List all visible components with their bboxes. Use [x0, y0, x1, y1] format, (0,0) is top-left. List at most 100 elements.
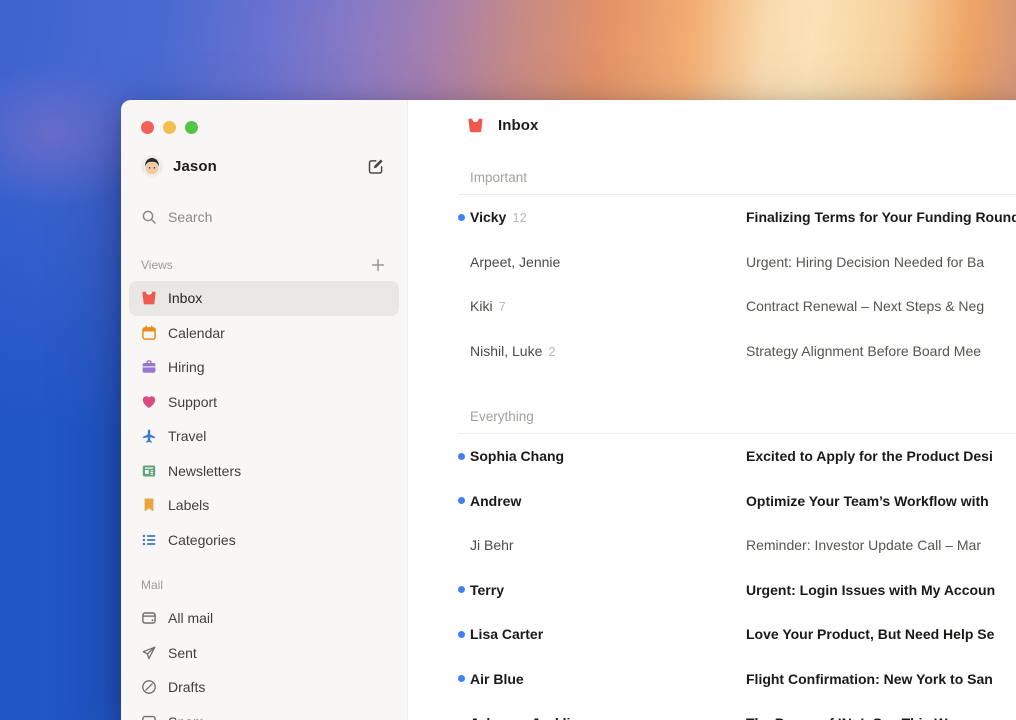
unread-dot	[458, 213, 465, 221]
unread-dot	[458, 497, 465, 505]
sender-cell: Ji Behr	[470, 537, 746, 553]
email-row[interactable]: Sophia Chang Excited to Apply for the Pro…	[408, 434, 1016, 479]
email-subject: The Power of ’No’: Say This W	[746, 715, 1016, 720]
section-label: Mail	[141, 578, 164, 592]
sidebar-item-label: Inbox	[168, 290, 203, 307]
sidebar: Jason Search Views Inbox Calendar Hiring…	[121, 100, 408, 720]
sidebar-item-labels[interactable]: Labels	[129, 488, 399, 523]
sidebar-item-hiring[interactable]: Hiring	[129, 350, 399, 385]
sidebar-item-inbox[interactable]: Inbox	[129, 281, 399, 316]
sender-name: Sophia Chang	[470, 448, 565, 465]
sender-name: Air Blue	[470, 670, 524, 687]
plus-icon	[370, 257, 386, 273]
drafts-icon	[141, 679, 157, 695]
section-header-views: Views	[141, 249, 387, 281]
unread-dot	[458, 303, 465, 310]
inbox-icon	[467, 117, 484, 134]
email-row[interactable]: Kiki 7 Contract Renewal – Next Steps & Neg	[408, 284, 1016, 329]
sender-cell: Vicky 12	[470, 209, 746, 225]
sidebar-item-drafts[interactable]: Drafts	[129, 670, 399, 705]
avatar[interactable]	[141, 155, 163, 177]
mail-list-pane: Inbox Important Vicky 12 Finalizing Terms f…	[408, 100, 1016, 720]
sidebar-item-categories[interactable]: Categories	[129, 523, 399, 558]
sidebar-item-label: Travel	[168, 428, 207, 445]
email-subject: Flight Confirmation: New York to San	[746, 670, 993, 687]
sidebar-item-support[interactable]: Support	[129, 385, 399, 420]
email-row[interactable]: Air Blue Flight Confirmation: New York to…	[408, 657, 1016, 702]
sender-cell: Terry	[470, 582, 746, 598]
sidebar-item-label: Drafts	[168, 679, 206, 696]
add-view-button[interactable]	[369, 256, 387, 274]
account-name[interactable]: Jason	[173, 158, 217, 175]
page-title: Inbox	[498, 116, 539, 134]
sidebar-item-sent[interactable]: Sent	[129, 636, 399, 671]
email-subject: Optimize Your Team’s Workflow with	[746, 492, 989, 509]
email-row[interactable]: Andrew Optimize Your Team’s Workflow with	[408, 479, 1016, 524]
sender-cell: Lisa Carter	[470, 626, 746, 642]
thread-count: 2	[548, 343, 556, 359]
sidebar-item-all-mail[interactable]: All mail	[129, 601, 399, 636]
list-icon	[141, 532, 157, 548]
thread-count: 7	[498, 299, 506, 315]
sender-cell: Andrew	[470, 493, 746, 509]
close-window-button[interactable]	[141, 120, 154, 134]
account-row: Jason	[141, 151, 387, 181]
sidebar-item-newsletters[interactable]: Newsletters	[129, 454, 399, 489]
sender-name: Nishil, Luke	[470, 342, 543, 359]
unread-dot	[458, 347, 465, 354]
section-label: Views	[141, 258, 173, 272]
group-label: Important	[470, 169, 528, 185]
sender-cell: Air Blue	[470, 671, 746, 687]
unread-dot	[458, 675, 465, 683]
compose-button[interactable]	[365, 155, 387, 177]
sidebar-item-label: All mail	[168, 610, 214, 627]
mail-app-window: Jason Search Views Inbox Calendar Hiring…	[121, 100, 1016, 720]
spam-icon	[141, 714, 157, 720]
email-row[interactable]: Johanna Jacklin The Power of ’No’: Say Th…	[408, 701, 1016, 720]
group-label: Everything	[470, 408, 534, 424]
sidebar-item-spam[interactable]: Spam	[129, 705, 399, 720]
heart-icon	[141, 394, 157, 410]
email-row[interactable]: Vicky 12 Finalizing Terms for Your Funding…	[408, 195, 1016, 240]
allmail-icon	[141, 610, 157, 626]
zoom-window-button[interactable]	[185, 120, 198, 134]
sidebar-item-calendar[interactable]: Calendar	[129, 316, 399, 351]
email-subject: Strategy Alignment Before Board Mee	[746, 342, 982, 359]
unread-dot	[458, 630, 465, 638]
email-subject: Excited to Apply for the Product Desi	[746, 448, 993, 465]
search-label: Search	[168, 209, 213, 225]
email-row[interactable]: Terry Urgent: Login Issues with My Accoun	[408, 568, 1016, 613]
desktop-wallpaper: Jason Search Views Inbox Calendar Hiring…	[0, 0, 1016, 720]
unread-dot	[458, 258, 465, 265]
compose-icon	[367, 157, 385, 175]
email-row[interactable]: Ji Behr Reminder: Investor Update Call – …	[408, 523, 1016, 568]
email-row[interactable]: Nishil, Luke 2 Strategy Alignment Before B…	[408, 329, 1016, 374]
sidebar-item-label: Labels	[168, 497, 210, 514]
thread-count: 12	[512, 210, 527, 226]
sidebar-item-travel[interactable]: Travel	[129, 419, 399, 454]
view-header: Inbox	[408, 100, 1016, 150]
sender-name: Ji Behr	[470, 537, 514, 554]
calendar-icon	[141, 325, 157, 341]
inbox-icon	[141, 290, 157, 306]
sender-name: Lisa Carter	[470, 626, 544, 643]
email-row[interactable]: Arpeet, Jennie Urgent: Hiring Decision Ne…	[408, 240, 1016, 285]
email-subject: Contract Renewal – Next Steps & Neg	[746, 298, 985, 315]
sender-cell: Sophia Chang	[470, 448, 746, 464]
sidebar-item-label: Categories	[168, 531, 236, 548]
minimize-window-button[interactable]	[163, 120, 176, 134]
sender-cell: Johanna Jacklin	[470, 715, 746, 720]
briefcase-icon	[141, 359, 157, 375]
bookmark-icon	[141, 497, 157, 513]
email-row[interactable]: Lisa Carter Love Your Product, But Need H…	[408, 612, 1016, 657]
sender-cell: Arpeet, Jennie	[470, 254, 746, 270]
sidebar-item-label: Newsletters	[168, 462, 242, 479]
search-button[interactable]: Search	[141, 201, 387, 233]
sender-cell: Kiki 7	[470, 298, 746, 314]
sender-name: Kiki	[470, 298, 493, 315]
email-subject: Love Your Product, But Need Help Se	[746, 626, 995, 643]
email-subject: Urgent: Hiring Decision Needed for Ba	[746, 253, 985, 270]
window-controls	[141, 120, 387, 134]
sidebar-item-label: Spam	[168, 714, 205, 720]
airplane-icon	[141, 428, 157, 444]
